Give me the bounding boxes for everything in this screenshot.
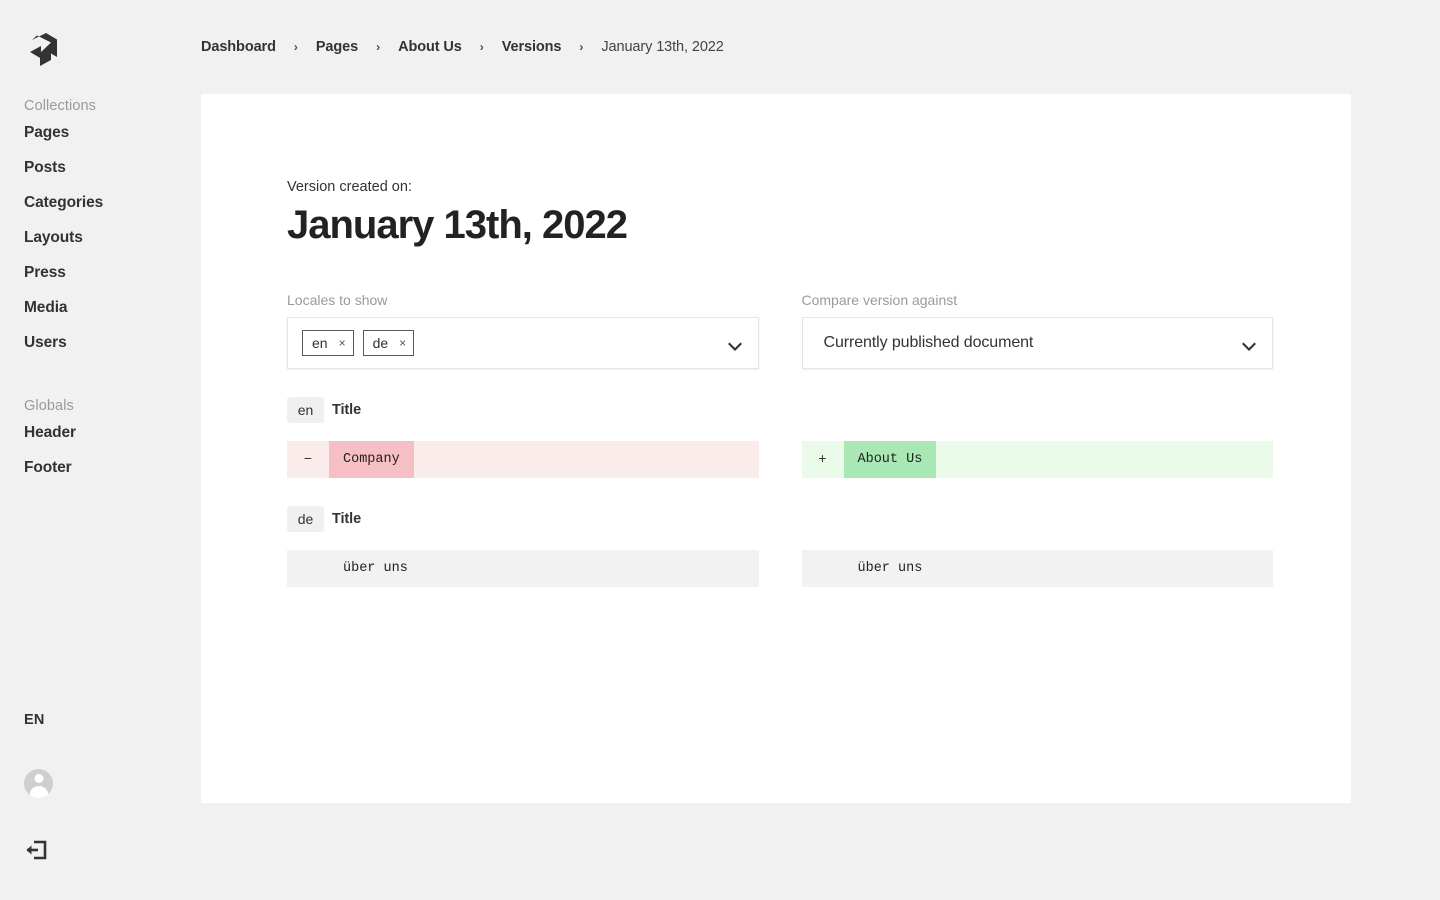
compare-version-value: Currently published document [823,334,1034,351]
sidebar-item-press[interactable]: Press [0,257,201,289]
diff-value-new: About Us [843,441,937,478]
sidebar-item-categories[interactable]: Categories [0,187,201,219]
locales-to-show-label: Locales to show [287,292,388,308]
app-root: Collections Pages Posts Categories Layou… [0,0,1440,900]
sidebar-globals-group: Globals Header Footer [0,398,201,484]
logout-icon[interactable] [23,838,49,862]
chevron-right-icon: › [376,40,381,54]
diff-field-name: Title [332,511,362,527]
locale-tag-en[interactable]: en × [302,330,354,356]
diff-cell-old: − Company [287,441,759,478]
version-detail-content: Version created on: January 13th, 2022 L… [287,179,1273,587]
diff-header: de Title [287,506,1273,532]
breadcrumb-item-about-us[interactable]: About Us [398,39,462,55]
diff-row: über uns über uns [287,550,1273,587]
sidebar-item-users[interactable]: Users [0,327,201,359]
sidebar-item-header[interactable]: Header [0,417,201,449]
sidebar-collections-group: Collections Pages Posts Categories Layou… [0,98,201,359]
sidebar-collections-label: Collections [24,98,97,114]
version-detail-panel: Version created on: January 13th, 2022 L… [201,94,1351,803]
payload-logo-icon[interactable] [24,30,60,66]
diff-value-new: über uns [857,561,923,576]
breadcrumb-item-pages[interactable]: Pages [316,39,358,55]
compare-version-select[interactable]: Currently published document [801,317,1273,369]
sidebar-globals-label: Globals [24,398,74,414]
diff-value-old: Company [329,441,414,478]
locales-select[interactable]: en × de × [287,317,759,369]
diff-group-de-title: de Title über uns über uns [287,506,1273,587]
sidebar-item-pages[interactable]: Pages [0,117,201,149]
chevron-right-icon: › [479,40,484,54]
version-controls: Locales to show en × de × Compare versio… [287,292,1273,369]
breadcrumb-item-versions[interactable]: Versions [502,39,562,55]
locale-tag-list: en × de × [302,330,415,356]
remove-locale-de-icon[interactable]: × [399,337,406,349]
diff-cell-new: über uns [801,550,1273,587]
chevron-right-icon: › [293,40,298,54]
locale-badge-de: de [287,506,324,532]
diff-cell-new: + About Us [801,441,1273,478]
sidebar: Collections Pages Posts Categories Layou… [0,0,201,900]
diff-marker-removed: − [303,451,313,468]
locales-to-show-group: Locales to show en × de × [287,292,759,369]
compare-version-label: Compare version against [801,292,958,308]
sidebar-item-posts[interactable]: Posts [0,152,201,184]
chevron-right-icon: › [579,40,584,54]
compare-version-group: Compare version against Currently publis… [801,292,1273,369]
user-avatar-icon[interactable] [24,769,53,798]
diff-group-en-title: en Title − Company + About Us [287,397,1273,478]
locale-badge-en: en [287,397,324,423]
page-title: January 13th, 2022 [287,203,628,247]
breadcrumb-item-current: January 13th, 2022 [601,39,724,55]
locale-tag-de-label: de [372,335,389,351]
sidebar-item-layouts[interactable]: Layouts [0,222,201,254]
sidebar-item-footer[interactable]: Footer [0,452,201,484]
locale-tag-en-label: en [312,335,328,351]
diff-cell-old: über uns [287,550,759,587]
locale-tag-de[interactable]: de × [362,330,415,356]
diff-field-name: Title [332,402,362,418]
chevron-down-icon[interactable] [1242,339,1256,351]
diff-row: − Company + About Us [287,441,1273,478]
sidebar-item-media[interactable]: Media [0,292,201,324]
diff-header: en Title [287,397,1273,423]
remove-locale-en-icon[interactable]: × [339,337,346,349]
diff-marker-added: + [818,451,827,468]
diff-value-old: über uns [343,561,408,576]
chevron-down-icon[interactable] [727,339,742,351]
language-switcher[interactable]: EN [24,712,45,728]
breadcrumb: Dashboard › Pages › About Us › Versions … [201,37,724,57]
breadcrumb-item-dashboard[interactable]: Dashboard [201,39,276,55]
version-created-label: Version created on: [287,179,412,195]
